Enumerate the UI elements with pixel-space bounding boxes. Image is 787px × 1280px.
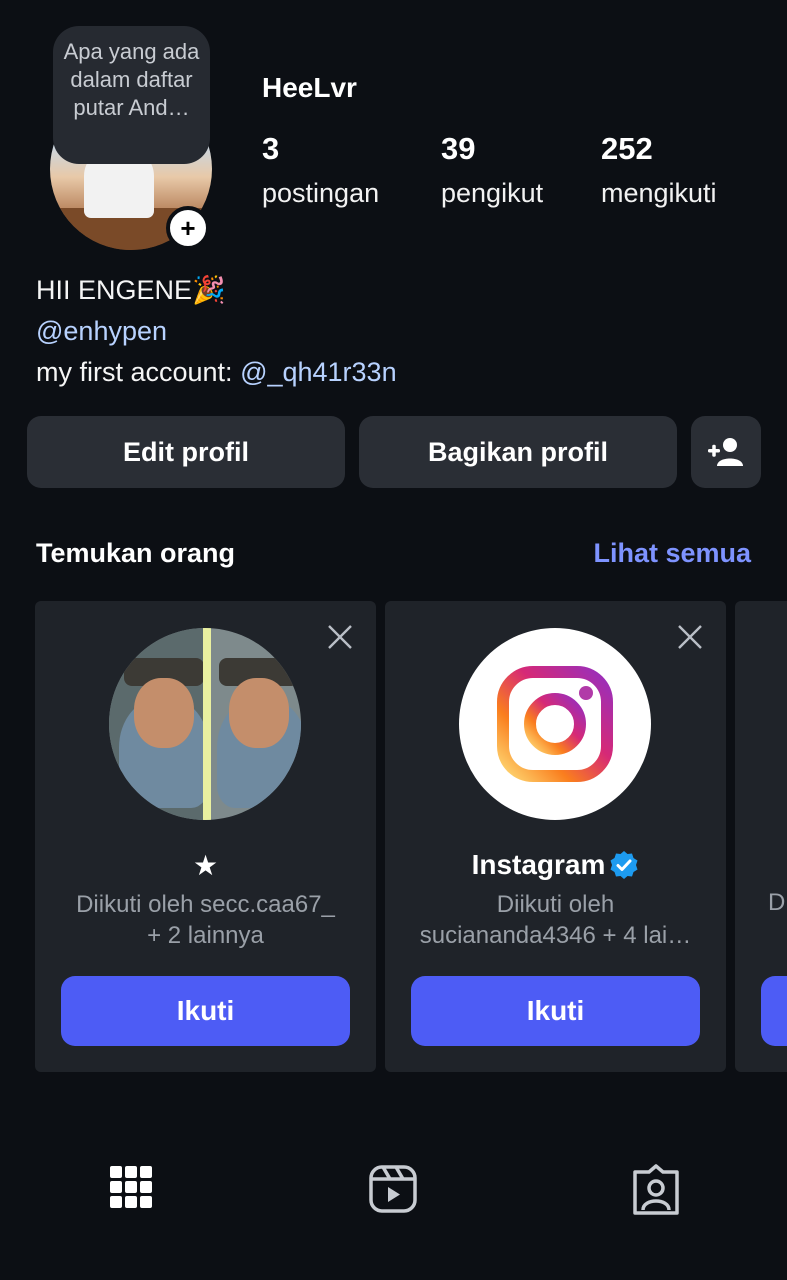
tab-tagged[interactable] xyxy=(631,1164,681,1216)
close-icon[interactable] xyxy=(676,623,704,651)
suggestion-name-text: Instagram xyxy=(471,849,606,880)
instagram-logo-icon xyxy=(497,666,613,782)
suggestion-card[interactable]: ★ Diikuti oleh secc.caa67_ + 2 lainnya I… xyxy=(35,601,376,1072)
photo-face xyxy=(134,678,194,748)
username: HeeLvr xyxy=(262,72,357,103)
close-icon[interactable] xyxy=(326,623,354,651)
partial-card-text: D xyxy=(768,889,786,916)
verified-badge-icon xyxy=(610,851,638,879)
suggestion-avatar[interactable] xyxy=(109,628,301,820)
bio-account-link[interactable]: @_qh41r33n xyxy=(240,357,397,387)
bio-line-3-text: my first account: xyxy=(36,357,241,387)
tab-reels[interactable] xyxy=(368,1164,418,1216)
followed-by-line-1: Diikuti oleh secc.caa67_ xyxy=(76,891,335,918)
follow-button[interactable]: Ikuti xyxy=(411,976,700,1046)
see-all-link[interactable]: Lihat semua xyxy=(593,538,751,569)
stat-posts-label: postingan xyxy=(262,178,380,208)
discover-people-button[interactable] xyxy=(691,416,761,488)
stat-posts-value: 3 xyxy=(262,131,280,166)
suggestion-avatar[interactable] xyxy=(459,628,651,820)
followed-by-line-2: suciananda4346 + 4 lai… xyxy=(419,922,692,949)
stat-following[interactable]: 252 mengikuti xyxy=(601,132,717,210)
reels-icon xyxy=(369,1165,417,1213)
photo-divider xyxy=(203,628,211,820)
bio-line-3: my first account: @_qh41r33n xyxy=(36,352,397,393)
suggestion-name-text: ★ xyxy=(192,850,219,881)
suggestion-followed-by: Diikuti oleh suciananda4346 + 4 lai… xyxy=(405,889,706,951)
edit-profile-button[interactable]: Edit profil xyxy=(27,416,345,488)
bio-mention-link[interactable]: @enhypen xyxy=(36,311,397,352)
bio-line-1: HII ENGENE🎉 xyxy=(36,275,226,305)
follow-button[interactable] xyxy=(761,976,787,1046)
tab-posts[interactable] xyxy=(106,1164,156,1216)
suggestion-name: ★ xyxy=(35,849,376,882)
stat-followers[interactable]: 39 pengikut xyxy=(441,132,543,210)
discover-title: Temukan orang xyxy=(36,538,236,568)
followed-by-line-2: + 2 lainnya xyxy=(147,922,264,949)
follow-button[interactable]: Ikuti xyxy=(61,976,350,1046)
stat-followers-value: 39 xyxy=(441,131,476,166)
suggestion-name: Instagram xyxy=(385,849,726,881)
add-story-plus-icon[interactable]: + xyxy=(166,206,210,250)
stat-posts[interactable]: 3 postingan xyxy=(262,132,379,210)
share-profile-button[interactable]: Bagikan profil xyxy=(359,416,677,488)
note-text: Apa yang ada dalam daftar putar And… xyxy=(63,39,200,120)
suggestion-card[interactable]: Instagram Diikuti oleh suciananda4346 + … xyxy=(385,601,726,1072)
note-bubble[interactable]: Apa yang ada dalam daftar putar And… xyxy=(53,26,210,164)
profile-page: + Apa yang ada dalam daftar putar And… H… xyxy=(0,0,787,1280)
suggestion-card-partial[interactable]: D xyxy=(735,601,787,1072)
stat-following-label: mengikuti xyxy=(601,178,717,208)
add-person-icon xyxy=(708,438,743,466)
grid-icon xyxy=(110,1166,152,1208)
stat-followers-label: pengikut xyxy=(441,178,544,208)
tagged-icon xyxy=(633,1164,679,1215)
suggestion-followed-by: Diikuti oleh secc.caa67_ + 2 lainnya xyxy=(55,889,356,951)
photo-face xyxy=(229,678,289,748)
bio: HII ENGENE🎉 @enhypen my first account: @… xyxy=(36,270,397,393)
followed-by-line-1: Diikuti oleh xyxy=(496,891,615,918)
stat-following-value: 252 xyxy=(601,131,653,166)
